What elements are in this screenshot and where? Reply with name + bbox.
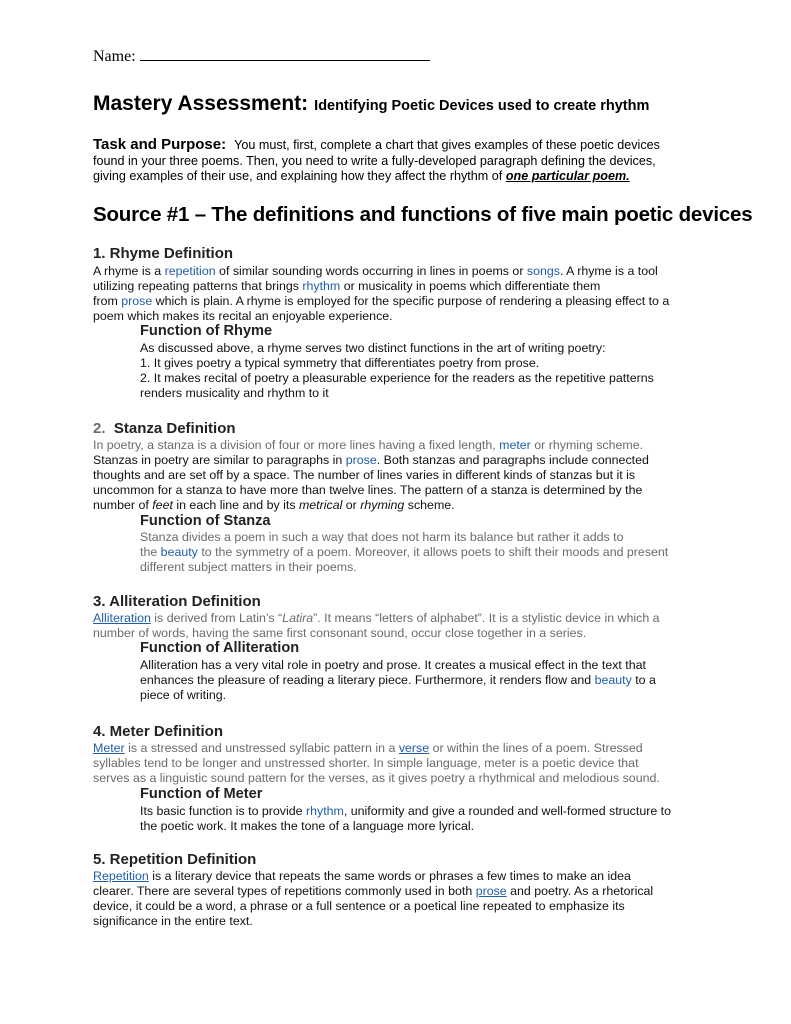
text: from [93, 294, 122, 308]
title-main: Mastery Assessment: [93, 92, 309, 115]
rhyme-heading: 1. Rhyme Definition [93, 245, 234, 262]
text: the poetic work. It makes the tone of a … [140, 819, 475, 833]
text: to a [631, 673, 656, 687]
text: or musicality in poems which differentia… [340, 279, 601, 293]
repetition-heading: 5. Repetition Definition [93, 851, 257, 868]
task-label: Task and Purpose: [93, 136, 227, 153]
stanza-definition: In poetry, a stanza is a division of fou… [93, 438, 713, 513]
text: ”. It means “letters of alphabet”. It is… [313, 611, 660, 625]
text: the [140, 545, 161, 559]
text: feet [152, 498, 173, 512]
link-prose[interactable]: prose [121, 294, 152, 308]
link-beauty[interactable]: beauty [161, 545, 198, 559]
text: As discussed above, a rhyme serves two d… [140, 341, 606, 355]
heading-text: Stanza Definition [113, 420, 236, 437]
alliteration-function-heading: Function of Alliteration [140, 640, 300, 656]
text: Alliteration has a very vital role in po… [140, 658, 646, 672]
text: clearer. There are several types of repe… [93, 884, 476, 898]
text: poem which makes its recital an enjoyabl… [93, 309, 393, 323]
task-text-line-1: You must, first, complete a chart that g… [234, 138, 660, 152]
text: number of words, having the same first c… [93, 626, 587, 640]
text: is a stressed and unstressed syllabic pa… [124, 741, 399, 755]
task-emphasis: one particular poem. [505, 169, 630, 184]
text: or [342, 498, 361, 512]
link-repetition[interactable]: repetition [165, 264, 216, 278]
text: scheme. [404, 498, 455, 512]
text: . A rhyme is a tool [559, 264, 658, 278]
text: A rhyme is a [93, 264, 165, 278]
text: is derived from Latin’s “ [150, 611, 283, 625]
text: in each line and by its [172, 498, 299, 512]
alliteration-heading: 3. Alliteration Definition [93, 593, 261, 610]
link-meter[interactable]: meter [499, 438, 531, 452]
text: of similar sounding words occurring in l… [215, 264, 527, 278]
text: enhances the pleasure of reading a liter… [140, 673, 595, 687]
text: device, it could be a word, a phrase or … [93, 899, 625, 913]
text: utilizing repeating patterns that brings [93, 279, 303, 293]
alliteration-function: Alliteration has a very vital role in po… [140, 658, 710, 703]
text: Its basic function is to provide [140, 804, 306, 818]
link-prose[interactable]: prose [476, 884, 507, 898]
text: . Both stanzas and paragraphs include co… [376, 453, 649, 467]
meter-function: Its basic function is to provide rhythm,… [140, 804, 710, 834]
meter-definition: Meter is a stressed and unstressed sylla… [93, 741, 713, 786]
task-and-purpose: Task and Purpose: You must, first, comple… [93, 137, 713, 185]
name-field[interactable]: Name: [93, 46, 430, 66]
text: is a literary device that repeats the sa… [148, 869, 631, 883]
text: thoughts and are set off by a space. The… [93, 468, 636, 482]
link-songs[interactable]: songs [527, 264, 560, 278]
title-subtitle: Identifying Poetic Devices used to creat… [314, 98, 650, 114]
list-item: 1. It gives poetry a typical symmetry th… [140, 356, 540, 370]
name-blank-line[interactable] [139, 46, 430, 61]
meter-heading: 4. Meter Definition [93, 723, 224, 740]
text: significance in the entire text. [93, 914, 253, 928]
link-rhythm[interactable]: rhythm [302, 279, 340, 293]
task-text-line-3: giving examples of their use, and explai… [93, 169, 506, 184]
rhyme-function-heading: Function of Rhyme [140, 323, 273, 339]
name-label: Name: [93, 48, 136, 65]
alliteration-definition: Alliteration is derived from Latin’s “La… [93, 611, 713, 641]
link-meter[interactable]: Meter [93, 741, 125, 755]
repetition-definition: Repetition is a literary device that rep… [93, 869, 713, 929]
text: serves as a linguistic sound pattern for… [93, 771, 660, 785]
rhyme-function: As discussed above, a rhyme serves two d… [140, 341, 710, 401]
text: piece of writing. [140, 688, 227, 702]
text: Latira [282, 611, 314, 625]
text: to the symmetry of a poem. Moreover, it … [197, 545, 669, 559]
text: or within the lines of a poem. Stressed [429, 741, 643, 755]
text: Stanzas in poetry are similar to paragra… [93, 453, 346, 467]
link-beauty[interactable]: beauty [595, 673, 632, 687]
task-text-line-2: found in your three poems. Then, you nee… [93, 153, 656, 168]
text: syllables tend to be longer and unstress… [93, 756, 639, 770]
link-rhythm[interactable]: rhythm [306, 804, 344, 818]
stanza-function: Stanza divides a poem in such a way that… [140, 530, 710, 575]
page-title: Mastery Assessment: Identifying Poetic De… [93, 92, 649, 116]
text: or rhyming scheme. [530, 438, 644, 452]
text: metrical [298, 498, 343, 512]
link-verse[interactable]: verse [399, 741, 429, 755]
source-heading: Source #1 – The definitions and function… [93, 203, 753, 226]
text: uncommon for a stanza to have more than … [93, 483, 643, 497]
stanza-function-heading: Function of Stanza [140, 513, 271, 529]
heading-number: 2. [93, 420, 106, 437]
text: , uniformity and give a rounded and well… [343, 804, 672, 818]
link-repetition[interactable]: Repetition [93, 869, 149, 883]
text: and poetry. As a rhetorical [506, 884, 654, 898]
text: rhyming [360, 498, 405, 512]
text: Stanza divides a poem in such a way that… [140, 530, 624, 544]
link-alliteration[interactable]: Alliteration [93, 611, 151, 625]
text: renders musicality and rhythm to it [140, 386, 329, 400]
meter-function-heading: Function of Meter [140, 786, 263, 802]
text: different subject matters in their poems… [140, 560, 357, 574]
stanza-heading: 2. Stanza Definition [93, 420, 236, 437]
rhyme-definition: A rhyme is a repetition of similar sound… [93, 264, 713, 324]
list-item: 2. It makes recital of poetry a pleasura… [140, 371, 654, 385]
link-prose[interactable]: prose [346, 453, 377, 467]
text: In poetry, a stanza is a division of fou… [93, 438, 500, 452]
text: which is plain. A rhyme is employed for … [152, 294, 670, 308]
text: number of [93, 498, 153, 512]
document-page: Name: Mastery Assessment: Identifying Poe… [0, 0, 791, 1024]
